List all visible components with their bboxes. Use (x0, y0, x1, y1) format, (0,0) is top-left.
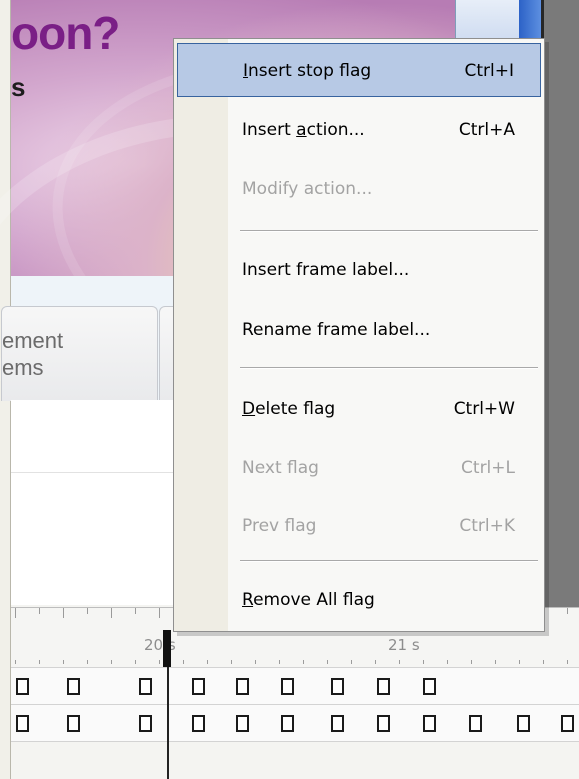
keyframe-box[interactable] (139, 678, 152, 695)
ruler-label-21s: 21 s (388, 636, 420, 654)
ruler-subtick (471, 660, 472, 664)
ruler-tick (135, 608, 136, 614)
window-titlebar-fragment (455, 0, 541, 40)
titlebar-blue-edge (519, 0, 541, 40)
menu-item-label: Insert stop flag (243, 61, 372, 81)
ruler-subtick (519, 660, 520, 664)
track-divider (11, 741, 579, 742)
keyframe-box[interactable] (517, 715, 530, 732)
keyframe-box[interactable] (377, 678, 390, 695)
menu-item-insert-stop-flag[interactable]: Insert stop flag Ctrl+I (177, 43, 541, 97)
menu-separator (240, 367, 538, 369)
menu-item-rename-frame-label[interactable]: Rename frame label... (177, 303, 541, 357)
keyframe-box[interactable] (331, 715, 344, 732)
ruler-subtick (39, 660, 40, 664)
menu-item-modify-action: Modify action... (177, 162, 541, 216)
menu-item-label: Insert action... (242, 120, 365, 140)
menu-item-label: Delete flag (242, 399, 336, 419)
application-window: oon? s ement ems 20 s 21 s Insert stop f… (0, 0, 579, 779)
menu-item-prev-flag: Prev flag Ctrl+K (177, 499, 541, 553)
ruler-subtick (351, 660, 352, 664)
ruler-tick (63, 608, 64, 618)
menu-item-shortcut: Ctrl+A (458, 120, 515, 140)
ruler-tick (159, 608, 160, 618)
timeline-track[interactable] (11, 704, 579, 741)
tab-label: ement ems (2, 328, 64, 380)
menu-item-label: Modify action... (242, 179, 373, 199)
keyframe-box[interactable] (236, 715, 249, 732)
menu-item-shortcut: Ctrl+L (461, 458, 515, 478)
menu-item-insert-frame-label[interactable]: Insert frame label... (177, 243, 541, 297)
menu-item-insert-action[interactable]: Insert action... Ctrl+A (177, 103, 541, 157)
menu-item-delete-flag[interactable]: Delete flag Ctrl+W (177, 382, 541, 436)
menu-item-remove-all-flag[interactable]: Remove All flag (177, 573, 541, 627)
ruler-subtick (567, 660, 568, 664)
ruler-subtick (255, 660, 256, 664)
keyframe-box[interactable] (423, 715, 436, 732)
menu-separator (240, 230, 538, 232)
ruler-subtick (423, 660, 424, 664)
keyframe-box[interactable] (16, 678, 29, 695)
keyframe-box[interactable] (469, 715, 482, 732)
ruler-subtick (399, 660, 400, 664)
menu-item-shortcut: Ctrl+K (459, 516, 515, 536)
menu-item-label: Remove All flag (242, 590, 375, 610)
menu-item-shortcut: Ctrl+W (453, 399, 515, 419)
menu-item-label: Rename frame label... (242, 320, 431, 340)
ruler-subtick (375, 660, 376, 664)
ruler-subtick (111, 660, 112, 664)
ruler-subtick (327, 660, 328, 664)
ruler-subtick (15, 660, 16, 664)
ruler-tick (39, 608, 40, 614)
menu-item-label: Insert frame label... (242, 260, 410, 280)
ruler-tick (15, 608, 16, 618)
timeline-track[interactable] (11, 667, 579, 704)
ruler-subtick (135, 660, 136, 664)
banner-subtitle: s (11, 72, 26, 102)
ruler-subtick (447, 660, 448, 664)
context-menu: Insert stop flag Ctrl+I Insert action... Ct… (173, 38, 545, 632)
keyframe-box[interactable] (192, 715, 205, 732)
ruler-subtick (303, 660, 304, 664)
menu-item-shortcut: Ctrl+I (464, 61, 514, 81)
ruler-tick (567, 608, 568, 614)
keyframe-box[interactable] (377, 715, 390, 732)
ruler-subtick (183, 660, 184, 664)
ruler-subtick (159, 660, 160, 664)
ruler-subtick (231, 660, 232, 664)
ruler-subtick (207, 660, 208, 664)
keyframe-box[interactable] (561, 715, 574, 732)
menu-separator (240, 560, 538, 562)
ruler-subtick (495, 660, 496, 664)
menu-item-label: Prev flag (242, 516, 317, 536)
ruler-subtick (87, 660, 88, 664)
playhead-marker[interactable] (163, 630, 171, 667)
keyframe-box[interactable] (281, 715, 294, 732)
keyframe-box[interactable] (281, 678, 294, 695)
tab-management-items[interactable]: ement ems (1, 306, 158, 401)
keyframe-box[interactable] (192, 678, 205, 695)
keyframe-box[interactable] (423, 678, 436, 695)
keyframe-box[interactable] (16, 715, 29, 732)
keyframe-box[interactable] (67, 678, 80, 695)
keyframe-box[interactable] (67, 715, 80, 732)
ruler-tick (87, 608, 88, 614)
keyframe-box[interactable] (236, 678, 249, 695)
ruler-subtick (543, 660, 544, 664)
keyframe-box[interactable] (139, 715, 152, 732)
ruler-subtick (63, 660, 64, 664)
keyframe-box[interactable] (331, 678, 344, 695)
menu-item-next-flag: Next flag Ctrl+L (177, 441, 541, 495)
ruler-tick (111, 608, 112, 618)
playhead-line (167, 667, 169, 779)
menu-item-label: Next flag (242, 458, 319, 478)
banner-title: oon? (11, 7, 120, 59)
ruler-subtick (279, 660, 280, 664)
